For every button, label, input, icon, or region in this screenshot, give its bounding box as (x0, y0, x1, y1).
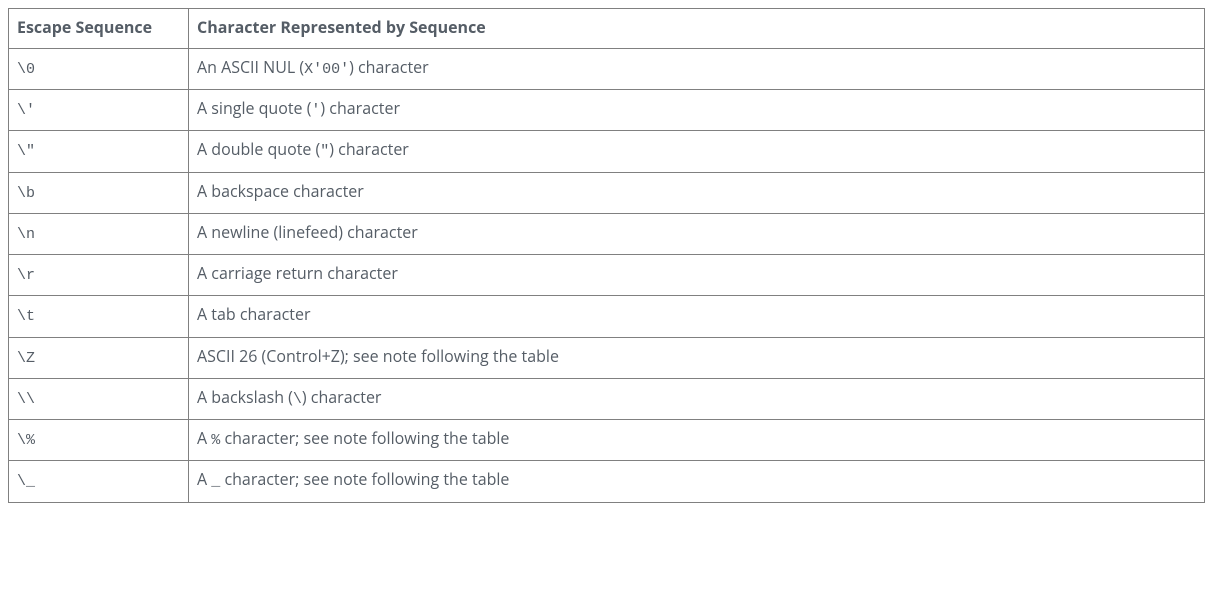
description-text-post: ) character (349, 56, 429, 78)
description-inline-code: " (320, 143, 329, 160)
table-row: \_ A _ character; see note following the … (9, 461, 1205, 502)
cell-description: An ASCII NUL (X'00') character (189, 48, 1205, 89)
cell-description: A % character; see note following the ta… (189, 420, 1205, 461)
table-row: \Z ASCII 26 (Control+Z); see note followi… (9, 337, 1205, 378)
escape-sequence-code: \Z (17, 350, 35, 367)
escape-sequence-code: \r (17, 267, 35, 284)
cell-escape-sequence: \_ (9, 461, 189, 502)
description-inline-code: _ (211, 473, 220, 490)
table-row: \t A tab character (9, 296, 1205, 337)
cell-description: A tab character (189, 296, 1205, 337)
description-text-pre: A backslash ( (197, 386, 293, 408)
description-text-pre: A double quote ( (197, 138, 320, 160)
description-text-post: character; see note following the table (220, 427, 509, 449)
table-row: \\ A backslash (\) character (9, 378, 1205, 419)
escape-sequence-code: \\ (17, 391, 35, 408)
table-row: \0 An ASCII NUL (X'00') character (9, 48, 1205, 89)
description-inline-code: \ (293, 391, 302, 408)
description-text-pre: ASCII 26 (Control+Z); see note following… (197, 345, 559, 367)
description-text-post: ) character (329, 138, 409, 160)
cell-description: A _ character; see note following the ta… (189, 461, 1205, 502)
description-text-post: ) character (320, 97, 400, 119)
cell-description: A backspace character (189, 172, 1205, 213)
cell-escape-sequence: \\ (9, 378, 189, 419)
escape-sequence-code: \% (17, 432, 35, 449)
cell-escape-sequence: \Z (9, 337, 189, 378)
cell-escape-sequence: \% (9, 420, 189, 461)
description-text-pre: A (197, 427, 211, 449)
cell-description: A double quote (") character (189, 131, 1205, 172)
cell-escape-sequence: \b (9, 172, 189, 213)
escape-sequence-code: \' (17, 102, 35, 119)
table-row: \' A single quote (') character (9, 90, 1205, 131)
table-header-row: Escape Sequence Character Represented by… (9, 9, 1205, 49)
description-text-pre: A backspace character (197, 180, 364, 202)
description-text-pre: A carriage return character (197, 262, 398, 284)
description-text-pre: A tab character (197, 303, 311, 325)
cell-escape-sequence: \" (9, 131, 189, 172)
escape-sequence-code: \t (17, 308, 35, 325)
header-character-represented: Character Represented by Sequence (189, 9, 1205, 49)
table-row: \% A % character; see note following the … (9, 420, 1205, 461)
table-row: \" A double quote (") character (9, 131, 1205, 172)
table-row: \r A carriage return character (9, 255, 1205, 296)
escape-sequence-code: \0 (17, 61, 35, 78)
cell-description: A carriage return character (189, 255, 1205, 296)
cell-escape-sequence: \' (9, 90, 189, 131)
description-text-post: ) character (302, 386, 382, 408)
escape-sequence-table: Escape Sequence Character Represented by… (8, 8, 1205, 503)
table-row: \n A newline (linefeed) character (9, 213, 1205, 254)
description-inline-code: X'00' (304, 61, 349, 78)
description-inline-code: % (211, 432, 220, 449)
cell-escape-sequence: \n (9, 213, 189, 254)
description-text-pre: A newline (linefeed) character (197, 221, 418, 243)
cell-description: ASCII 26 (Control+Z); see note following… (189, 337, 1205, 378)
description-text-pre: An ASCII NUL ( (197, 56, 304, 78)
description-text-post: character; see note following the table (220, 468, 509, 490)
cell-description: A newline (linefeed) character (189, 213, 1205, 254)
description-text-pre: A single quote ( (197, 97, 311, 119)
cell-escape-sequence: \r (9, 255, 189, 296)
escape-sequence-code: \_ (17, 473, 35, 490)
cell-description: A single quote (') character (189, 90, 1205, 131)
escape-sequence-code: \b (17, 185, 35, 202)
table-row: \b A backspace character (9, 172, 1205, 213)
description-text-pre: A (197, 468, 211, 490)
cell-description: A backslash (\) character (189, 378, 1205, 419)
escape-sequence-code: \n (17, 226, 35, 243)
escape-sequence-code: \" (17, 143, 35, 160)
cell-escape-sequence: \0 (9, 48, 189, 89)
header-escape-sequence: Escape Sequence (9, 9, 189, 49)
cell-escape-sequence: \t (9, 296, 189, 337)
